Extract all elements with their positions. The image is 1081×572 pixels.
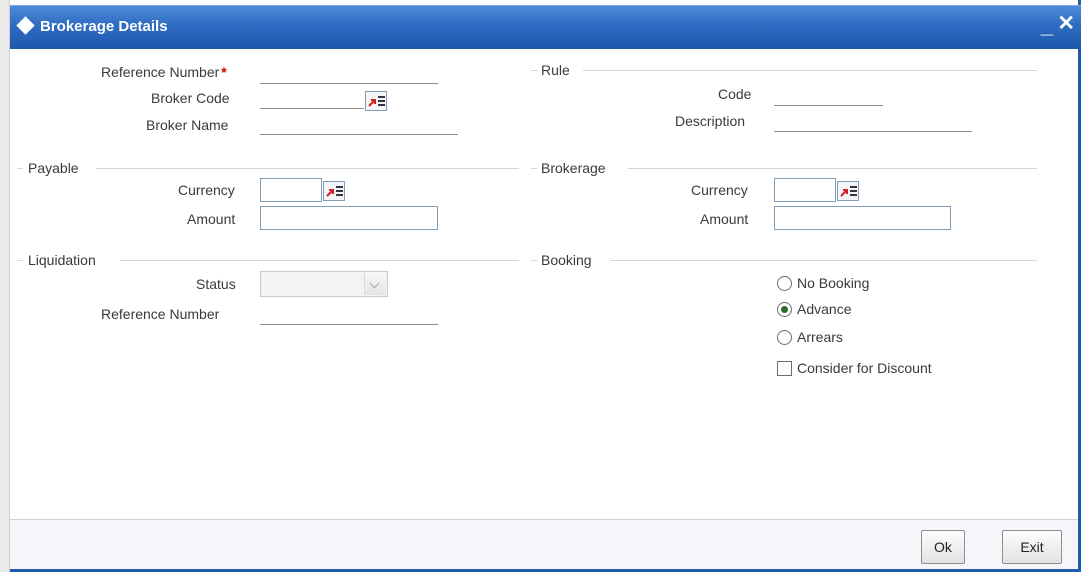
payable-amount-label: Amount — [187, 211, 236, 227]
liquidation-reference-input[interactable] — [260, 305, 438, 325]
list-of-values-icon — [368, 96, 385, 107]
list-of-values-icon — [840, 186, 857, 197]
booking-option-no-booking[interactable]: No Booking — [777, 273, 869, 293]
broker-code-input[interactable] — [260, 89, 364, 109]
reference-number-input[interactable] — [260, 64, 438, 84]
rule-code-input[interactable] — [774, 86, 883, 106]
payable-section-tick — [17, 168, 23, 169]
diamond-icon — [16, 16, 35, 35]
brokerage-section-tick — [531, 168, 537, 169]
payable-currency-input[interactable] — [260, 178, 322, 202]
liquidation-section-tick — [17, 260, 23, 261]
booking-option-label: Advance — [797, 301, 852, 317]
minimize-button[interactable]: _ — [1041, 13, 1053, 39]
close-button[interactable]: ✕ — [1057, 11, 1075, 36]
radio-button[interactable] — [777, 329, 792, 345]
rule-description-label: Description — [675, 113, 746, 129]
discount-label: Consider for Discount — [797, 360, 932, 376]
broker-code-label: Broker Code — [151, 90, 230, 106]
payable-currency-label: Currency — [178, 182, 235, 198]
discount-checkbox[interactable] — [777, 360, 792, 376]
required-asterisk: * — [221, 64, 227, 80]
consider-for-discount[interactable]: Consider for Discount — [777, 358, 932, 378]
reference-number-label: Reference Number * — [101, 64, 227, 80]
liquidation-section-divider — [120, 260, 519, 261]
broker-code-lov-button[interactable] — [365, 91, 387, 111]
brokerage-currency-label: Currency — [691, 182, 748, 198]
payable-amount-input[interactable] — [260, 206, 438, 230]
brokerage-amount-label: Amount — [700, 211, 749, 227]
rule-code-label: Code — [718, 86, 752, 102]
booking-option-label: No Booking — [797, 275, 870, 291]
brokerage-amount-input[interactable] — [774, 206, 951, 230]
booking-section-divider — [610, 260, 1037, 261]
title-bar[interactable]: Brokerage Details _ ✕ — [10, 5, 1081, 49]
payable-section-title: Payable — [28, 160, 85, 176]
rule-section-divider — [583, 70, 1037, 71]
ok-button[interactable]: Ok — [921, 530, 965, 564]
liquidation-section-title: Liquidation — [28, 252, 102, 268]
booking-option-arrears[interactable]: Arrears — [777, 327, 843, 347]
booking-section-tick — [531, 260, 537, 261]
payable-currency-lov-button[interactable] — [323, 181, 345, 201]
rule-section-tick — [531, 70, 537, 71]
brokerage-section-divider — [628, 168, 1037, 169]
rule-description-input[interactable] — [774, 112, 972, 132]
brokerage-currency-lov-button[interactable] — [837, 181, 859, 201]
booking-option-advance[interactable]: Advance — [777, 299, 851, 319]
payable-section-divider — [96, 168, 519, 169]
liquidation-reference-label: Reference Number — [101, 306, 220, 322]
liquidation-status-select[interactable] — [260, 271, 388, 297]
exit-button[interactable]: Exit — [1002, 530, 1062, 564]
rule-section-title: Rule — [541, 62, 576, 78]
liquidation-status-label: Status — [196, 276, 236, 292]
radio-button-selected[interactable] — [777, 301, 792, 317]
broker-name-input[interactable] — [260, 115, 458, 135]
window-title: Brokerage Details — [40, 18, 168, 35]
booking-section-title: Booking — [541, 252, 598, 268]
footer-bar — [10, 520, 1078, 569]
booking-option-label: Arrears — [797, 329, 843, 345]
window-left-edge — [0, 0, 10, 572]
list-of-values-icon — [326, 186, 343, 197]
brokerage-currency-input[interactable] — [774, 178, 836, 202]
brokerage-details-window: Brokerage Details _ ✕ Reference Number * … — [0, 0, 1081, 572]
broker-name-label: Broker Name — [146, 117, 229, 133]
brokerage-section-title: Brokerage — [541, 160, 612, 176]
chevron-down-icon[interactable] — [364, 273, 386, 295]
radio-button[interactable] — [777, 275, 792, 291]
